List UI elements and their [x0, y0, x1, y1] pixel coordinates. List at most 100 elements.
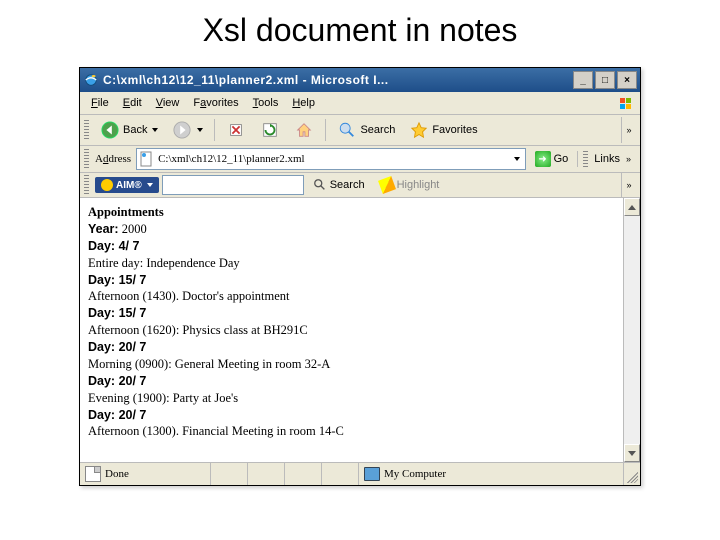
aim-brand[interactable]: AIM® — [95, 177, 159, 193]
entry-line: Entire day: Independence Day — [88, 255, 615, 272]
aim-highlight-label: Highlight — [397, 179, 440, 191]
aim-search-label: Search — [330, 179, 365, 191]
highlighter-icon — [378, 176, 396, 194]
menu-edit[interactable]: Edit — [116, 95, 149, 111]
address-input[interactable] — [158, 153, 511, 165]
status-done-label: Done — [105, 468, 129, 480]
links-section[interactable]: Links » — [577, 151, 636, 167]
day-label: Day: 20/ 7 — [88, 373, 615, 390]
chevron-down-icon — [152, 128, 158, 132]
entry-line: Evening (1900): Party at Joe's — [88, 390, 615, 407]
go-button[interactable]: ➜ Go — [529, 148, 575, 170]
toolbar-overflow[interactable]: » — [621, 117, 636, 143]
window-title: C:\xml\ch12\12_11\planner2.xml - Microso… — [103, 73, 573, 87]
resize-grip[interactable] — [624, 469, 638, 483]
refresh-button[interactable] — [254, 117, 286, 143]
home-button[interactable] — [288, 117, 320, 143]
vertical-scrollbar[interactable] — [623, 198, 640, 462]
entry-line: Afternoon (1620): Physics class at BH291… — [88, 322, 615, 339]
page-icon — [85, 466, 101, 482]
stop-button[interactable] — [220, 117, 252, 143]
search-icon — [313, 178, 327, 192]
menu-bar: File Edit View Favorites Tools Help — [80, 92, 640, 115]
windows-logo-icon — [614, 94, 636, 112]
entry: Day: 15/ 7Afternoon (1620): Physics clas… — [88, 305, 615, 339]
aim-toolbar: AIM® Search Highlight » — [80, 173, 640, 198]
toolbar-grip[interactable] — [84, 149, 89, 169]
document-body: Appointments Year: 2000 Day: 4/ 7Entire … — [80, 198, 623, 462]
my-computer-icon — [364, 467, 380, 481]
go-arrow-icon: ➜ — [535, 151, 551, 167]
links-overflow[interactable]: » — [626, 154, 631, 164]
menu-help[interactable]: Help — [285, 95, 322, 111]
entry: Day: 15/ 7Afternoon (1430). Doctor's app… — [88, 272, 615, 306]
maximize-button[interactable]: □ — [595, 71, 615, 89]
menu-tools[interactable]: Tools — [246, 95, 286, 111]
toolbar-grip[interactable] — [84, 175, 89, 195]
status-pane — [322, 463, 359, 485]
status-pane — [211, 463, 248, 485]
scroll-down-button[interactable] — [624, 444, 640, 462]
status-pane — [285, 463, 322, 485]
scroll-up-button[interactable] — [624, 198, 640, 216]
titlebar: C:\xml\ch12\12_11\planner2.xml - Microso… — [80, 68, 640, 92]
search-button[interactable]: Search — [331, 117, 401, 143]
search-label: Search — [360, 124, 395, 136]
year-line: Year: 2000 — [88, 221, 615, 238]
menu-file[interactable]: File — [84, 95, 116, 111]
address-label: Address — [95, 153, 131, 165]
chevron-down-icon — [197, 128, 203, 132]
separator — [214, 119, 215, 141]
favorites-label: Favorites — [432, 124, 477, 136]
back-arrow-icon — [100, 120, 120, 140]
aim-search-input[interactable] — [162, 175, 304, 195]
menu-favorites[interactable]: Favorites — [186, 95, 245, 111]
links-label: Links — [594, 153, 620, 165]
scroll-track[interactable] — [624, 216, 640, 444]
status-zone-label: My Computer — [384, 468, 446, 480]
entry-line: Afternoon (1300). Financial Meeting in r… — [88, 423, 615, 440]
slide-title: Xsl document in notes — [0, 12, 720, 49]
forward-button[interactable] — [166, 117, 209, 143]
entry: Day: 20/ 7Evening (1900): Party at Joe's — [88, 373, 615, 407]
address-field-wrap[interactable] — [136, 148, 526, 170]
back-button[interactable]: Back — [94, 117, 164, 143]
entry: Day: 4/ 7Entire day: Independence Day — [88, 238, 615, 272]
status-done-pane: Done — [80, 463, 211, 485]
close-button[interactable]: × — [617, 71, 637, 89]
chevron-down-icon — [147, 183, 153, 187]
forward-arrow-icon — [172, 120, 192, 140]
separator — [325, 119, 326, 141]
aim-overflow[interactable]: » — [621, 172, 636, 198]
day-label: Day: 15/ 7 — [88, 305, 615, 322]
day-label: Day: 4/ 7 — [88, 238, 615, 255]
day-label: Day: 15/ 7 — [88, 272, 615, 289]
stop-icon — [226, 120, 246, 140]
day-label: Day: 20/ 7 — [88, 407, 615, 424]
year-value: 2000 — [122, 222, 147, 236]
aim-brand-label: AIM® — [116, 180, 142, 191]
aim-highlight-button[interactable]: Highlight — [374, 176, 446, 194]
chevron-down-icon[interactable] — [514, 157, 520, 161]
browser-window: C:\xml\ch12\12_11\planner2.xml - Microso… — [79, 67, 641, 486]
favorites-button[interactable]: Favorites — [403, 117, 483, 143]
year-label: Year: — [88, 222, 119, 236]
entry: Day: 20/ 7Afternoon (1300). Financial Me… — [88, 407, 615, 441]
page-icon — [139, 151, 155, 167]
status-bar: Done My Computer — [80, 462, 640, 485]
entry-line: Morning (0900): General Meeting in room … — [88, 356, 615, 373]
home-icon — [294, 120, 314, 140]
address-bar: Address ➜ Go Links » — [80, 146, 640, 173]
refresh-icon — [260, 120, 280, 140]
chevron-down-icon — [628, 451, 636, 456]
appointments-heading: Appointments — [88, 204, 615, 221]
toolbar-grip[interactable] — [84, 120, 89, 140]
standard-toolbar: Back Search Favorites » — [80, 115, 640, 146]
aim-search-button[interactable]: Search — [307, 176, 371, 194]
menu-view[interactable]: View — [149, 95, 187, 111]
entry: Day: 20/ 7Morning (0900): General Meetin… — [88, 339, 615, 373]
toolbar-grip[interactable] — [583, 151, 588, 167]
status-pane — [248, 463, 285, 485]
day-label: Day: 20/ 7 — [88, 339, 615, 356]
minimize-button[interactable]: _ — [573, 71, 593, 89]
